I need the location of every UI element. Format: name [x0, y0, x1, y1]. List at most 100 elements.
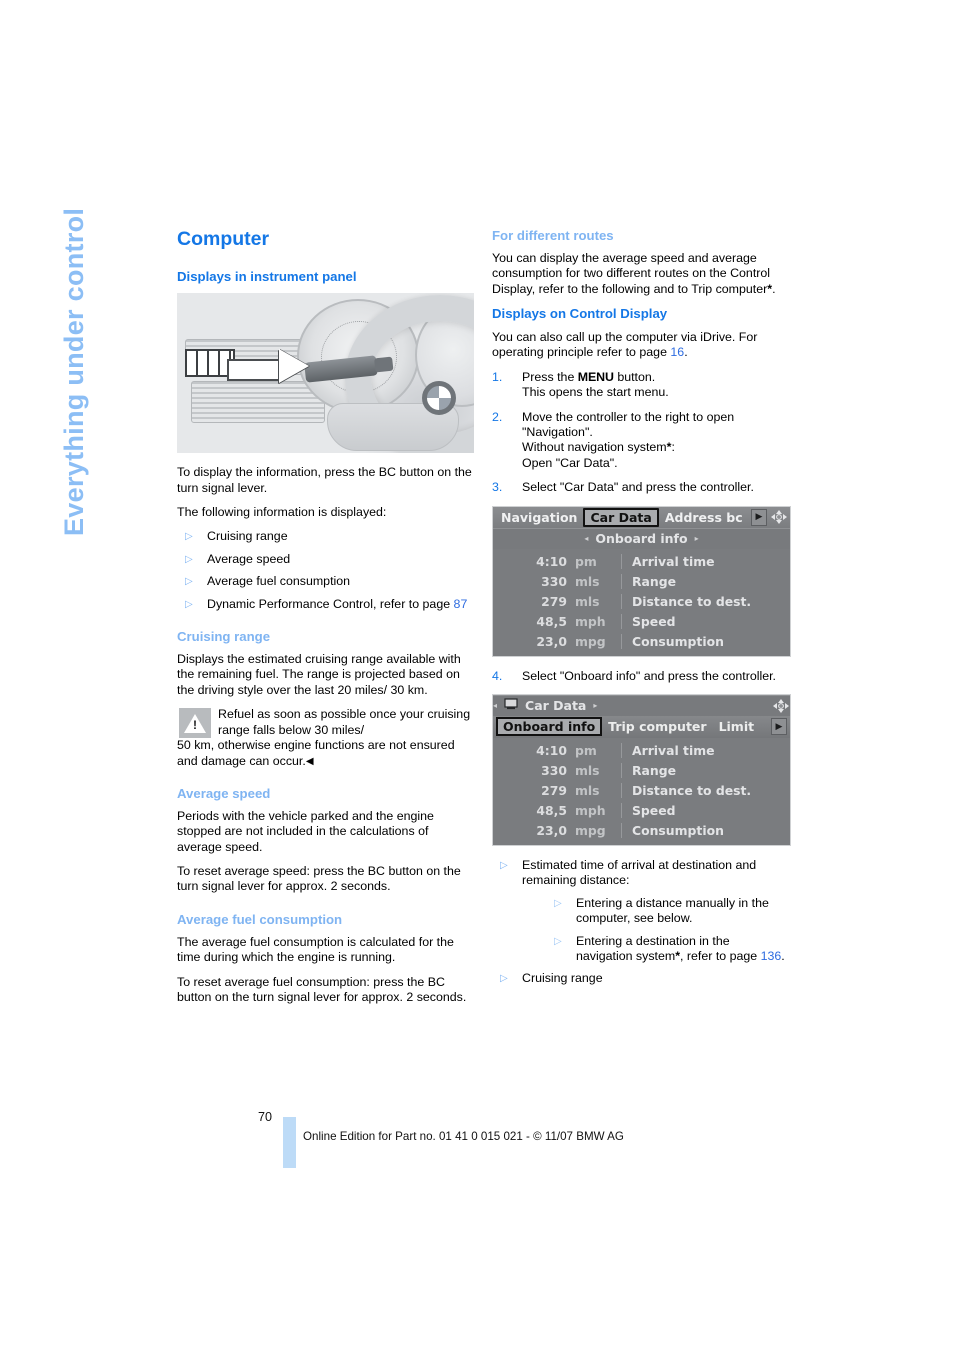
displayed-information-list: ▷ Cruising range ▷ Average speed ▷ Avera… — [177, 529, 474, 612]
list-item: ▷ Entering a destination in the navigati… — [546, 934, 789, 965]
triangle-bullet-icon: ▷ — [554, 897, 562, 909]
heading-average-speed: Average speed — [177, 785, 271, 801]
row-value: 4:10 — [536, 554, 567, 570]
row-label: Speed — [621, 803, 790, 819]
footer-accent-bar — [283, 1117, 296, 1168]
tab-scroll-right-icon[interactable]: ▶ — [771, 718, 787, 736]
step-item-2: 2. Move the controller to the right to o… — [492, 410, 789, 472]
table-row: 48,5 mph Speed — [493, 612, 790, 632]
row-label: Distance to dest. — [621, 594, 790, 610]
warning-triangle-icon — [179, 708, 211, 739]
menu-button-label[interactable]: MENU — [578, 370, 614, 384]
list-item: ▷ Cruising range — [177, 529, 474, 544]
step-text-line2: Without navigation system — [522, 440, 667, 455]
control-display-text: You can also call up the computer via iD… — [492, 329, 758, 360]
row-value: 279 — [541, 594, 567, 610]
list-item: ▷ Dynamic Performance Control, refer to … — [177, 597, 474, 612]
list-item: ▷ Cruising range — [492, 971, 789, 986]
idrive-title-bar: ◂ Onboard info ▸ — [493, 527, 790, 549]
row-value: 48,5 — [536, 614, 567, 630]
title-right-arrow-icon[interactable]: ▸ — [593, 701, 597, 710]
onboard-info-rows: 4:10 pm Arrival time 330 mls Range 279 m… — [493, 548, 790, 656]
intro-paragraph-2: The following information is displayed: — [177, 505, 387, 520]
page-reference-link[interactable]: 16 — [670, 345, 684, 359]
sentence-period: . — [772, 281, 776, 296]
steps-list-part-1: 1. Press the MENU button. This opens the… — [492, 370, 789, 496]
heading-displays-in-instrument-panel: Displays in instrument panel — [177, 269, 357, 285]
page-reference-link[interactable]: 136 — [761, 949, 782, 963]
page-reference-link[interactable]: 87 — [454, 597, 468, 611]
sentence-period: . — [684, 345, 688, 360]
row-value: 23,0 — [536, 634, 567, 650]
row-unit: mls — [575, 763, 600, 779]
step-number: 1. — [492, 369, 503, 384]
list-item: ▷ Estimated time of arrival at destinati… — [492, 858, 789, 964]
warning-note-text-2: 50 km, otherwise engine functions are no… — [177, 738, 455, 768]
average-speed-body-2: To reset average speed: press the BC but… — [177, 864, 461, 894]
triangle-bullet-icon: ▷ — [185, 531, 193, 543]
triangle-bullet-icon: ▷ — [185, 598, 193, 610]
table-row: 4:10 pm Arrival time — [493, 741, 790, 761]
heading-average-fuel-consumption: Average fuel consumption — [177, 911, 343, 927]
tab-limit[interactable]: Limit — [713, 719, 761, 734]
list-item: ▷ Average speed — [177, 552, 474, 567]
control-display-screenshot-1: Navigation Car Data Address bc ▶ ◂ Onboa… — [492, 505, 791, 657]
table-row: 279 mls Distance to dest. — [493, 781, 790, 801]
tab-onboard-info[interactable]: Onboard info — [496, 717, 603, 737]
note-end-marker-icon: ◀ — [305, 755, 314, 767]
heading-displays-on-control-display: Displays on Control Display — [492, 306, 668, 322]
for-different-routes-body: You can display the average speed and av… — [492, 251, 789, 297]
instrument-panel-photo — [177, 293, 474, 454]
row-label: Consumption — [621, 823, 790, 839]
triangle-bullet-icon: ▷ — [554, 935, 562, 947]
heading-cruising-range: Cruising range — [177, 629, 271, 645]
list-item-label: Average speed — [207, 551, 291, 566]
triangle-bullet-icon: ▷ — [500, 859, 508, 871]
onboard-info-rows: 4:10 pm Arrival time 330 mls Range 279 m… — [493, 737, 790, 845]
menu-scroll-right-icon[interactable]: ▶ — [751, 508, 767, 526]
menu-item-car-data-selected[interactable]: Car Data — [583, 507, 659, 527]
triangle-bullet-icon: ▷ — [185, 553, 193, 565]
row-label: Distance to dest. — [621, 783, 790, 799]
row-unit: mls — [575, 574, 600, 590]
table-row: 23,0 mpg Consumption — [493, 632, 790, 652]
row-label: Speed — [621, 614, 790, 630]
control-display-body: You can also call up the computer via iD… — [492, 330, 789, 361]
average-fuel-body-2: To reset average fuel consumption: press… — [177, 974, 467, 1004]
row-label: Range — [621, 574, 790, 590]
menu-item-navigation[interactable]: Navigation — [495, 510, 583, 525]
idrive-tab-bar: Onboard info Trip computer Limit ▶ — [493, 715, 790, 738]
step-text-line2-suffix: : — [671, 440, 675, 455]
title-left-arrow-icon[interactable]: ◂ — [584, 534, 588, 543]
heading-for-different-routes: For different routes — [492, 228, 614, 243]
row-unit: mph — [575, 614, 606, 630]
menu-item-address-book[interactable]: Address bc — [659, 510, 749, 525]
list-item-label: Estimated time of arrival at destination… — [522, 857, 757, 888]
row-unit: mph — [575, 803, 606, 819]
list-item-label: Entering a distance manually in the comp… — [576, 895, 769, 926]
tab-trip-computer[interactable]: Trip computer — [602, 719, 712, 734]
four-way-controller-icon — [771, 697, 790, 714]
row-value: 330 — [541, 574, 567, 590]
list-item-label: Average fuel consumption — [207, 574, 351, 589]
for-different-routes-text: You can display the average speed and av… — [492, 250, 771, 296]
page-number: 70 — [258, 1110, 273, 1124]
sentence-period: . — [781, 949, 785, 963]
row-label: Range — [621, 763, 790, 779]
row-value: 279 — [541, 783, 567, 799]
right-column: For different routes You can display the… — [492, 228, 791, 996]
step-text-pre: Press the — [522, 369, 578, 384]
row-value: 330 — [541, 763, 567, 779]
step-item-3: 3. Select "Car Data" and press the contr… — [492, 480, 789, 495]
row-label: Arrival time — [621, 743, 790, 759]
title-right-arrow-icon[interactable]: ▸ — [695, 534, 699, 543]
row-label: Consumption — [621, 634, 790, 650]
footer-edition-text: Online Edition for Part no. 01 41 0 015 … — [303, 1130, 624, 1143]
outcome-sub-list: ▷ Entering a distance manually in the co… — [522, 896, 789, 965]
title-left-arrow-icon[interactable]: ◂ — [493, 701, 497, 710]
row-unit: mls — [575, 783, 600, 799]
row-value: 48,5 — [536, 803, 567, 819]
four-way-controller-icon — [769, 509, 788, 526]
list-item: ▷ Entering a distance manually in the co… — [546, 896, 789, 927]
step-number: 3. — [492, 480, 503, 495]
